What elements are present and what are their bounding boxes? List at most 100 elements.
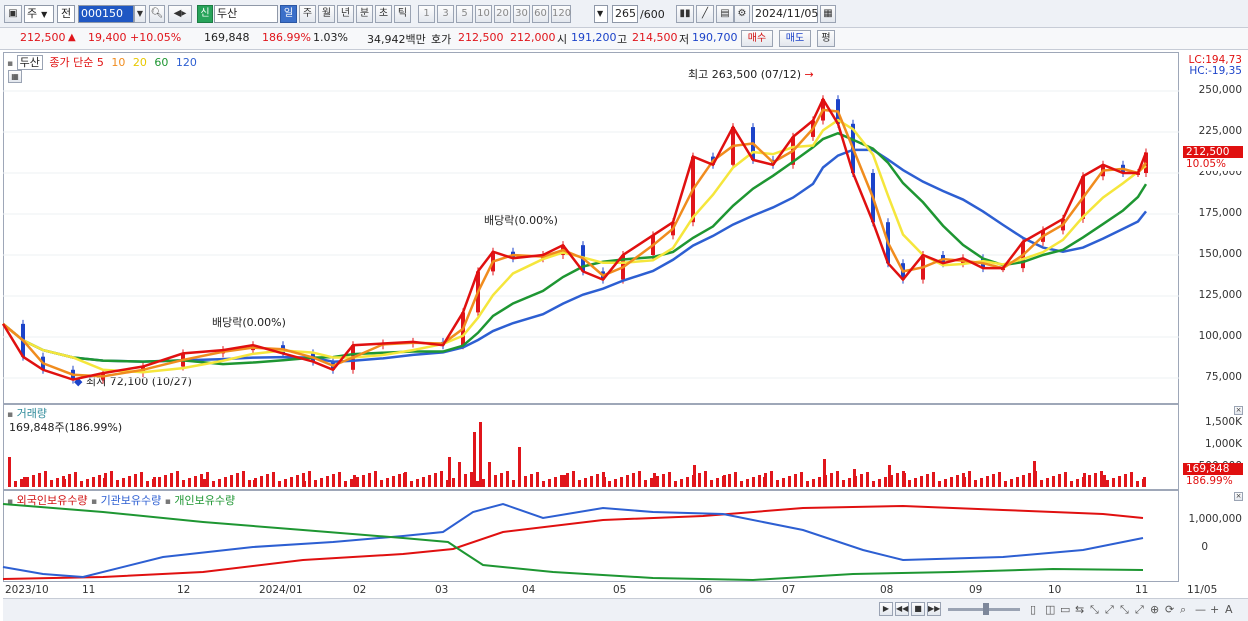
chart-window: ▣ 주 ▼ 전 000150 ▼ 🔍︎ ◀▸ 신 두산 일주월년분초틱 1 3 5 10… [0,0,1248,621]
date-field[interactable]: 2024/11/05 [752,5,818,23]
volume-bar [968,471,971,487]
chart-tool-icon[interactable]: ◫ [1045,603,1055,616]
volume-bar [506,471,509,487]
period-tab[interactable]: 주 [299,5,316,23]
period-tab[interactable]: 분 [356,5,373,23]
volume-bar [368,473,371,487]
volume-bar [200,474,203,487]
sell-button[interactable]: 매도 [779,30,811,47]
volume-bar [26,477,29,487]
speaker-icon[interactable]: ◀▸ [168,5,192,23]
interval-button[interactable]: 30 [513,5,530,23]
chart-tool-icon[interactable]: ▯ [1030,603,1036,616]
interval-button[interactable]: 120 [551,5,571,23]
pane-close-icon[interactable]: × [1234,406,1243,415]
interval-button[interactable]: 60 [532,5,549,23]
volume-bar [146,481,149,487]
interval-button[interactable]: 1 [418,5,435,23]
interval-button[interactable]: 3 [437,5,454,23]
volume-bar [128,476,131,487]
pane-close-icon[interactable]: × [1234,492,1243,501]
x-axis-tick: 08 [880,584,894,596]
volume-bar [608,481,611,487]
chart-tool-icon[interactable]: ⟳ [1165,603,1174,616]
chevron-down-icon: ▼ [41,10,48,19]
interval-button[interactable]: 20 [494,5,511,23]
layout-icon[interactable]: ▣ [4,5,22,23]
volume-bar [800,472,803,487]
period-tab[interactable]: 초 [375,5,392,23]
count-display[interactable]: 265 [612,5,638,23]
interval-dropdown-icon[interactable]: ▼ [594,5,608,23]
volume-bar [38,473,41,487]
period-tab[interactable]: 년 [337,5,354,23]
save-icon[interactable]: ▤ [716,5,734,23]
volume-bar [728,474,731,487]
stock-code-input[interactable]: 000150 [78,5,134,23]
volume-bar [63,479,66,487]
right-axis: LC:194,73 HC:-19,35 250,000 225,000 200,00… [1179,52,1248,582]
eval-button[interactable]: 평 [817,30,835,47]
chart-tool-icon[interactable]: A [1225,603,1233,616]
volume-bar [470,472,473,487]
rewind-icon[interactable]: ◀◀ [895,602,909,616]
chart-tool-icon[interactable]: ▭ [1060,603,1070,616]
period-tab[interactable]: 월 [318,5,335,23]
candle-type-icon[interactable]: ▮▮ [676,5,694,23]
volume-bar [848,478,851,487]
volume-bar [1064,472,1067,487]
market-tag: 신 [197,5,213,23]
volume-bar [410,481,413,487]
x-axis-tick: 04 [522,584,536,596]
foreign-holding-line [2,504,1144,580]
volume-bar [680,479,683,487]
price-axis-tick: 175,000 [1198,207,1242,219]
interval-button[interactable]: 10 [475,5,492,23]
chart-tool-icon[interactable]: ⤡ [1120,603,1129,617]
period-select[interactable]: 주 ▼ [24,5,54,23]
period-tab[interactable]: 일 [280,5,297,23]
chart-tool-icon[interactable]: — [1195,603,1206,616]
chart-tool-icon[interactable]: ⇆ [1075,603,1084,616]
price-axis-tick: 75,000 [1205,371,1242,383]
volume-bar [734,472,737,487]
volume-bar [776,480,779,487]
zoom-slider-handle[interactable] [983,603,989,615]
chart-tool-icon[interactable]: + [1210,603,1219,616]
draw-line-icon[interactable]: ╱ [696,5,714,23]
volume-bar [974,480,977,487]
volume-bar [362,475,365,487]
volume-bar [638,471,641,487]
stock-name-field[interactable]: 두산 [214,5,278,23]
volume-bar [116,480,119,487]
volume-bar [626,475,629,487]
period-tab[interactable]: 틱 [394,5,411,23]
stop-icon[interactable]: ■ [911,602,925,616]
chart-tool-icon[interactable]: ⌕ [1180,603,1186,617]
chart-area: ▪ 두산 종가 단순 5 10 20 60 120 ▦ 최고 263,500 (… [0,50,1248,621]
interval-button[interactable]: 5 [456,5,473,23]
volume-bar [980,478,983,487]
volume-bar [68,474,71,487]
volume-bar [853,469,856,487]
forward-icon[interactable]: ▶▶ [927,602,941,616]
volume-bar [458,462,461,487]
chart-tool-icon[interactable]: ⤢ [1105,603,1114,617]
code-dropdown-chevron-icon[interactable]: ▼ [134,5,146,23]
chart-tool-icon[interactable]: ⊕ [1150,603,1159,616]
gear-icon[interactable]: ⚙ [734,5,750,23]
volume-bar [218,479,221,487]
chart-tool-icon[interactable]: ⤡ [1090,603,1099,617]
volume-bar [253,480,256,487]
chart-tool-icon[interactable]: ⤢ [1135,603,1144,617]
volume-bar [1118,476,1121,487]
search-icon[interactable]: 🔍︎ [149,5,165,23]
x-axis-tick: 07 [782,584,796,596]
volume-bar [584,478,587,487]
current-pct-box: 10.05% [1183,158,1243,171]
calendar-icon[interactable]: ▦ [820,5,836,23]
trade-value: 34,942백만 [367,33,426,46]
buy-button[interactable]: 매수 [741,30,773,47]
mode-select[interactable]: 전 [57,5,75,23]
play-icon[interactable]: ▶ [879,602,893,616]
